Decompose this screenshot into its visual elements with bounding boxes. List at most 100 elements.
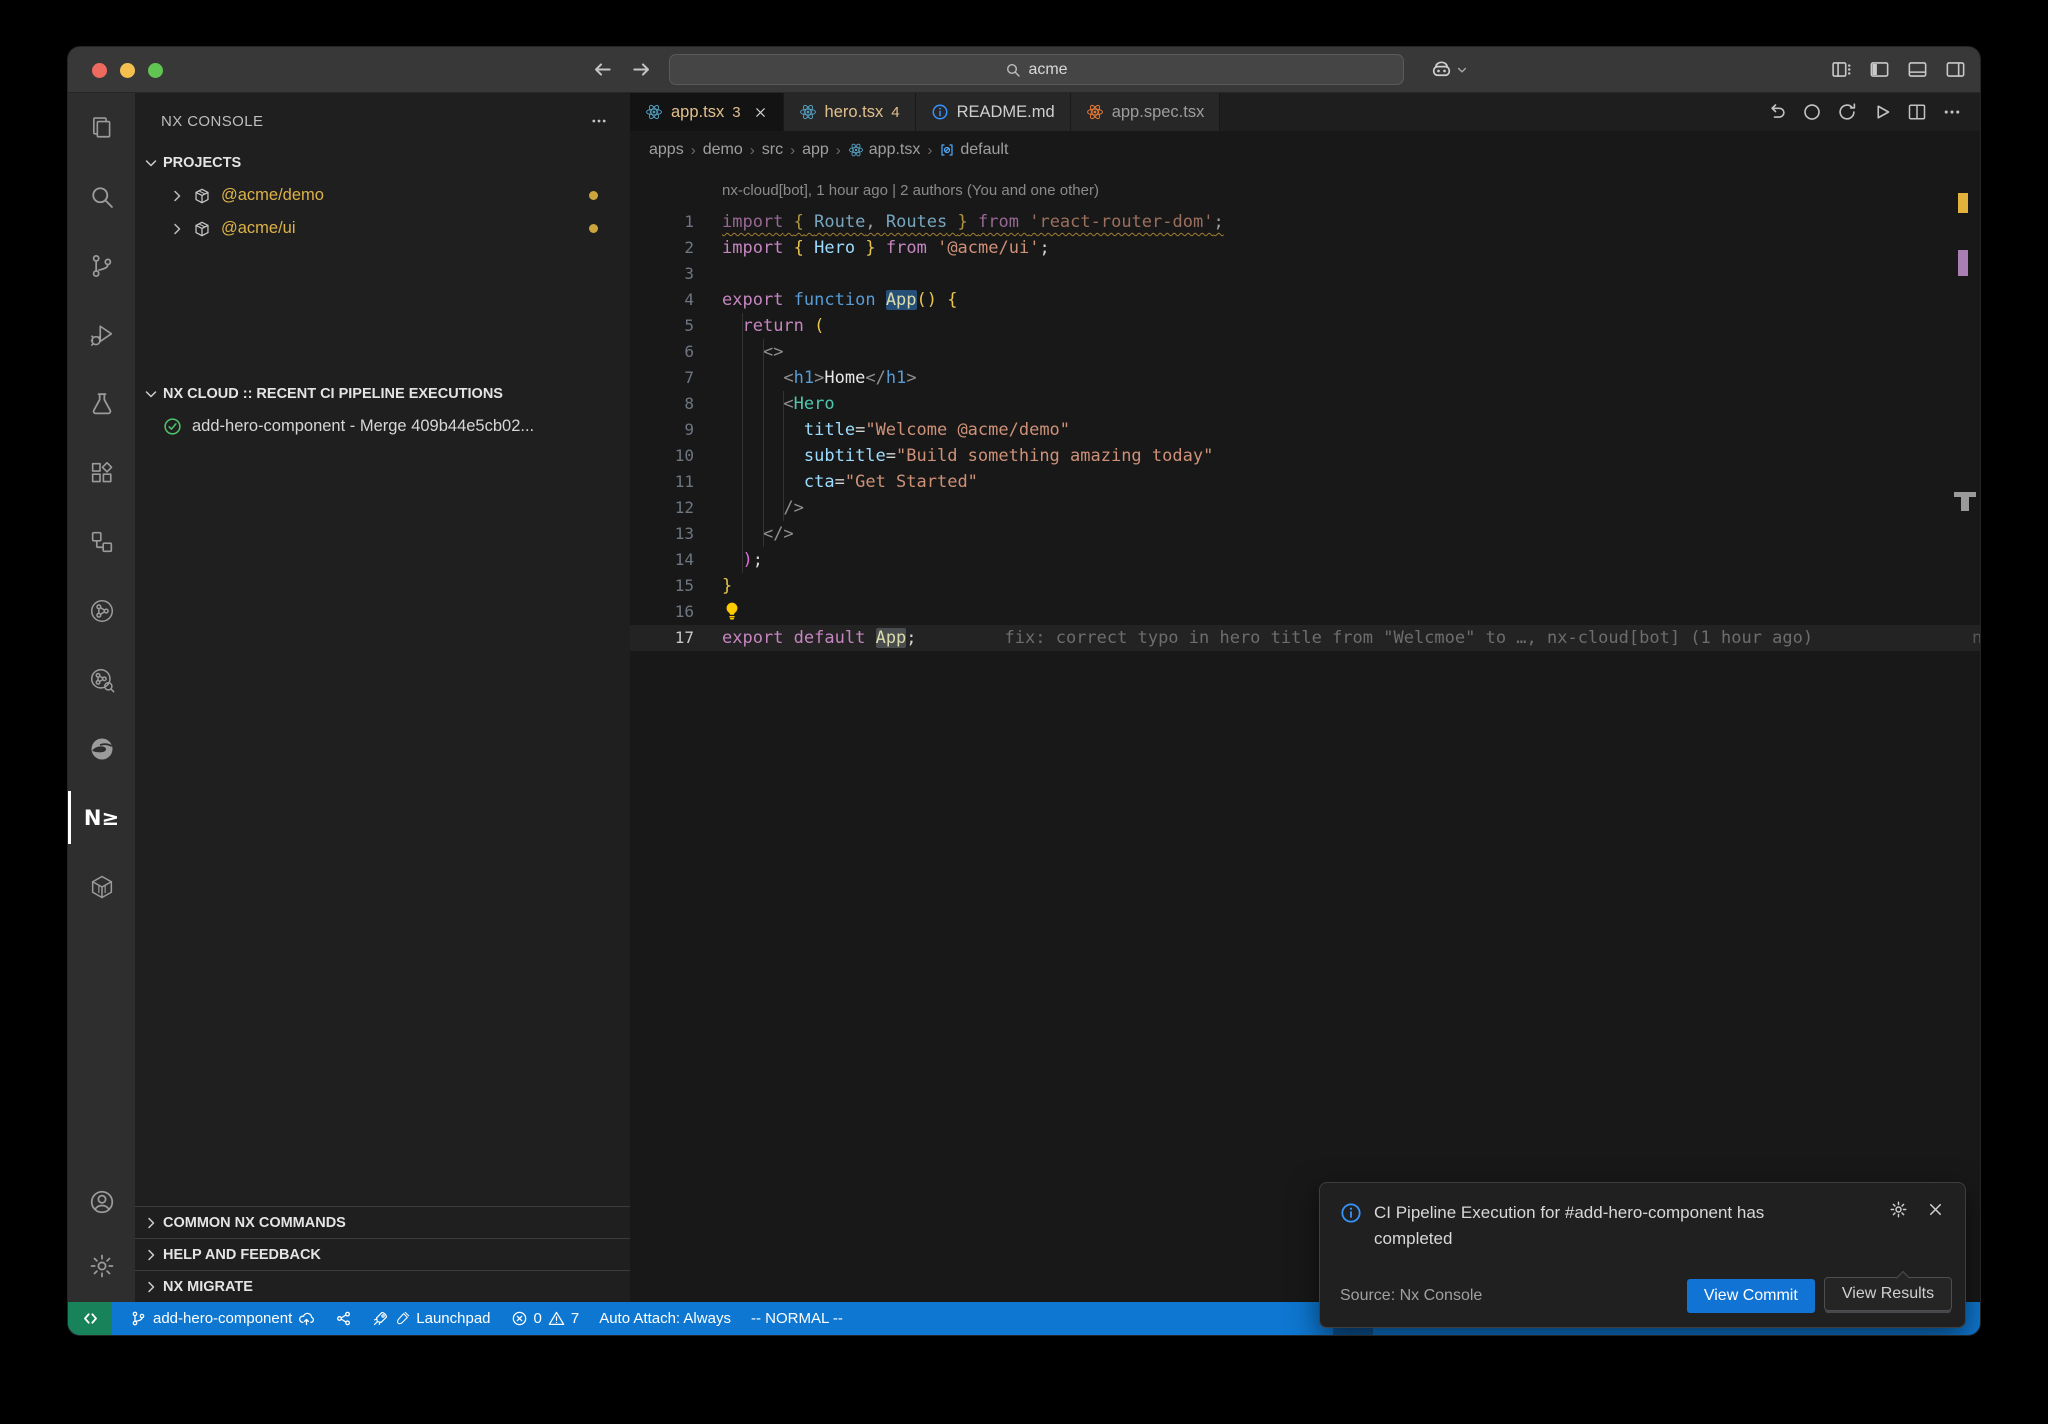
breadcrumb-file[interactable]: app.tsx [848,141,921,159]
tab-app-tsx[interactable]: app.tsx 3 [630,93,784,131]
code-line-11[interactable]: 11 cta="Get Started" [630,469,1980,495]
toggle-sidebar-icon[interactable] [1869,59,1890,80]
code-line-15[interactable]: 15} [630,573,1980,599]
line-number[interactable]: 5 [630,313,722,339]
code-line-content[interactable]: <> [722,339,1980,365]
code-line-content[interactable]: title="Welcome @acme/demo" [722,417,1980,443]
code-editor[interactable]: nx-cloud[bot], 1 hour ago | 2 authors (Y… [630,169,1980,1302]
line-number[interactable]: 4 [630,287,722,313]
code-line-content[interactable]: return ( [722,313,1980,339]
breadcrumb-apps[interactable]: apps [649,141,684,159]
tab-hero-tsx[interactable]: hero.tsx 4 [784,93,916,131]
line-number[interactable]: 1 [630,209,722,235]
line-number[interactable]: 3 [630,261,722,287]
zoom-window-button[interactable] [148,63,163,78]
line-number[interactable]: 11 [630,469,722,495]
code-line-9[interactable]: 9 title="Welcome @acme/demo" [630,417,1980,443]
close-notification-icon[interactable] [1926,1200,1945,1219]
code-line-1[interactable]: 1import { Route, Routes } from 'react-ro… [630,209,1980,235]
activity-item-extensions[interactable] [68,438,135,507]
sync-icon[interactable] [1837,102,1857,122]
nx-cloud-status[interactable] [325,1302,362,1335]
toggle-secondary-sidebar-icon[interactable] [1945,59,1966,80]
code-line-content[interactable]: export default App;fix: correct typo in … [722,625,1980,651]
code-line-8[interactable]: 8 <Hero [630,391,1980,417]
activity-item-explorer[interactable] [68,93,135,162]
breadcrumb-demo[interactable]: demo [703,141,743,159]
line-number[interactable]: 10 [630,443,722,469]
activity-item-accounts[interactable] [68,1170,135,1234]
ci-pipeline-item[interactable]: add-hero-component - Merge 409b44e5cb02.… [135,410,630,442]
minimize-window-button[interactable] [120,63,135,78]
code-line-content[interactable]: ); [722,547,1980,573]
activity-item-run-debug[interactable] [68,300,135,369]
line-number[interactable]: 7 [630,365,722,391]
code-line-4[interactable]: 4export function App() { [630,287,1980,313]
code-line-10[interactable]: 10 subtitle="Build something amazing tod… [630,443,1980,469]
discard-icon[interactable] [1767,102,1787,122]
code-line-content[interactable]: import { Route, Routes } from 'react-rou… [722,209,1980,235]
code-line-13[interactable]: 13 </> [630,521,1980,547]
activity-item-nx-graph-search[interactable] [68,645,135,714]
view-commit-button[interactable]: View Commit [1687,1279,1815,1313]
git-branch-status[interactable]: add-hero-component [120,1302,325,1335]
code-line-content[interactable]: <h1>Home</h1> [722,365,1980,391]
code-line-content[interactable]: subtitle="Build something amazing today" [722,443,1980,469]
code-line-content[interactable]: export function App() { [722,287,1980,313]
code-line-content[interactable]: /> [722,495,1980,521]
section-nx-migrate[interactable]: NX MIGRATE [135,1270,630,1302]
activity-item-settings[interactable] [68,1234,135,1298]
breadcrumb-symbol-default[interactable]: default [939,141,1008,159]
more-actions-icon[interactable] [590,112,608,130]
code-line-content[interactable] [722,261,1980,287]
section-projects[interactable]: PROJECTS [135,147,630,179]
line-number[interactable]: 6 [630,339,722,365]
code-line-content[interactable]: <Hero [722,391,1980,417]
line-number[interactable]: 2 [630,235,722,261]
breadcrumb-app[interactable]: app [802,141,829,159]
breadcrumb-src[interactable]: src [762,141,783,159]
code-line-content[interactable] [722,599,1980,625]
code-line-3[interactable]: 3 [630,261,1980,287]
activity-item-containers[interactable] [68,852,135,921]
code-line-5[interactable]: 5 return ( [630,313,1980,339]
line-number[interactable]: 17 [630,625,722,651]
copilot-menu[interactable] [1430,58,1468,81]
code-line-content[interactable]: </> [722,521,1980,547]
activity-item-source-control[interactable] [68,231,135,300]
line-number[interactable]: 12 [630,495,722,521]
activity-item-project-graph[interactable] [68,507,135,576]
vim-mode-status[interactable]: -- NORMAL -- [741,1302,853,1335]
code-line-7[interactable]: 7 <h1>Home</h1> [630,365,1980,391]
activity-item-browser-tools[interactable] [68,714,135,783]
launchpad-status[interactable]: Launchpad [362,1302,500,1335]
code-line-2[interactable]: 2import { Hero } from '@acme/ui'; [630,235,1980,261]
navigate-back-icon[interactable] [591,58,614,81]
close-tab-icon[interactable] [753,105,768,120]
line-number[interactable]: 13 [630,521,722,547]
line-number[interactable]: 8 [630,391,722,417]
line-number[interactable]: 14 [630,547,722,573]
project-item-acme-demo[interactable]: @acme/demo [135,179,630,212]
code-line-12[interactable]: 12 /> [630,495,1980,521]
circle-outline-icon[interactable] [1802,102,1822,122]
remote-indicator[interactable] [68,1302,112,1335]
code-line-content[interactable]: cta="Get Started" [722,469,1980,495]
split-editor-icon[interactable] [1907,102,1927,122]
section-help-and-feedback[interactable]: HELP AND FEEDBACK [135,1238,630,1270]
line-number[interactable]: 15 [630,573,722,599]
code-line-17[interactable]: 17export default App;fix: correct typo i… [630,625,1980,651]
tab-app-spec-tsx[interactable]: app.spec.tsx [1071,93,1221,131]
close-window-button[interactable] [92,63,107,78]
problems-status[interactable]: 0 7 [501,1302,590,1335]
activity-item-testing[interactable] [68,369,135,438]
customize-layout-icon[interactable] [1831,59,1852,80]
code-line-6[interactable]: 6 <> [630,339,1980,365]
line-number[interactable]: 16 [630,599,722,625]
command-center-search[interactable]: acme [669,54,1404,85]
project-item-acme-ui[interactable]: @acme/ui [135,212,630,245]
section-nx-cloud[interactable]: NX CLOUD :: RECENT CI PIPELINE EXECUTION… [135,378,630,410]
section-common-nx-commands[interactable]: COMMON NX COMMANDS [135,1206,630,1238]
code-line-16[interactable]: 16 [630,599,1980,625]
activity-item-nx-graph[interactable] [68,576,135,645]
